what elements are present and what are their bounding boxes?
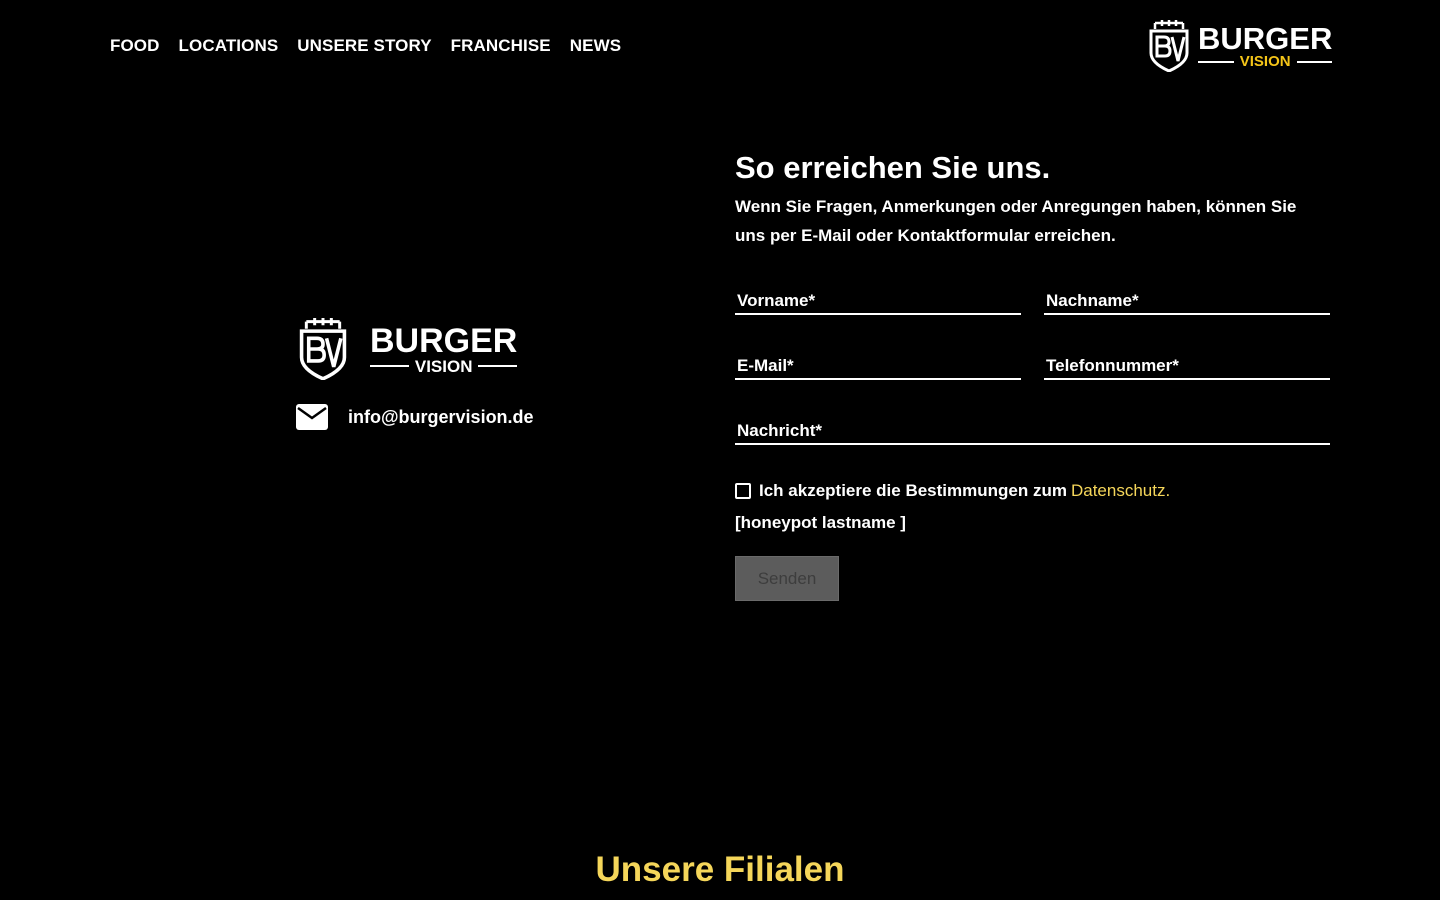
firstname-field[interactable]: Vorname* [735, 287, 1021, 315]
send-button[interactable]: Senden [735, 556, 839, 601]
contact-email-row[interactable]: info@burgervision.de [296, 404, 534, 430]
privacy-checkbox[interactable] [735, 483, 751, 499]
phone-field[interactable]: Telefonnummer* [1044, 352, 1330, 380]
logo-word: BURGER [370, 321, 518, 360]
nav-item-locations[interactable]: LOCATIONS [179, 36, 279, 56]
contact-title: So erreichen Sie uns. [735, 150, 1051, 185]
nav-item-news[interactable]: NEWS [570, 36, 621, 56]
bv-monogram-icon [299, 318, 347, 380]
contact-intro: Wenn Sie Fragen, Anmerkungen oder Anregu… [735, 197, 1297, 245]
email-field[interactable]: E-Mail* [735, 352, 1021, 380]
message-field[interactable]: Nachricht* [735, 417, 1330, 445]
contact-logo: BURGER VISION [298, 318, 518, 380]
bv-monogram-icon [1149, 20, 1189, 72]
lastname-field[interactable]: Nachname* [1044, 287, 1330, 315]
contact-email[interactable]: info@burgervision.de [348, 407, 534, 428]
privacy-consent: Ich akzeptiere die Bestimmungen zum Date… [735, 481, 1170, 501]
honeypot-text: [honeypot lastname ] [735, 513, 906, 532]
consent-text: Ich akzeptiere die Bestimmungen zum [759, 481, 1067, 500]
nav-item-food[interactable]: FOOD [110, 36, 160, 56]
nav-item-unsere-story[interactable]: UNSERE STORY [297, 36, 431, 56]
main-nav: FOOD LOCATIONS UNSERE STORY FRANCHISE NE… [110, 36, 621, 56]
filialen-title: Unsere Filialen [595, 850, 845, 889]
privacy-link[interactable]: Datenschutz. [1071, 481, 1170, 501]
logo-sub: VISION [1239, 53, 1291, 70]
nav-item-franchise[interactable]: FRANCHISE [451, 36, 551, 56]
logo-word: BURGER [1198, 21, 1333, 56]
envelope-icon [296, 404, 328, 430]
contact-section: So erreichen Sie uns. Wenn Sie Fragen, A… [735, 150, 1330, 250]
header-logo[interactable]: BURGER VISION [1148, 20, 1333, 72]
logo-sub: VISION [414, 356, 473, 376]
